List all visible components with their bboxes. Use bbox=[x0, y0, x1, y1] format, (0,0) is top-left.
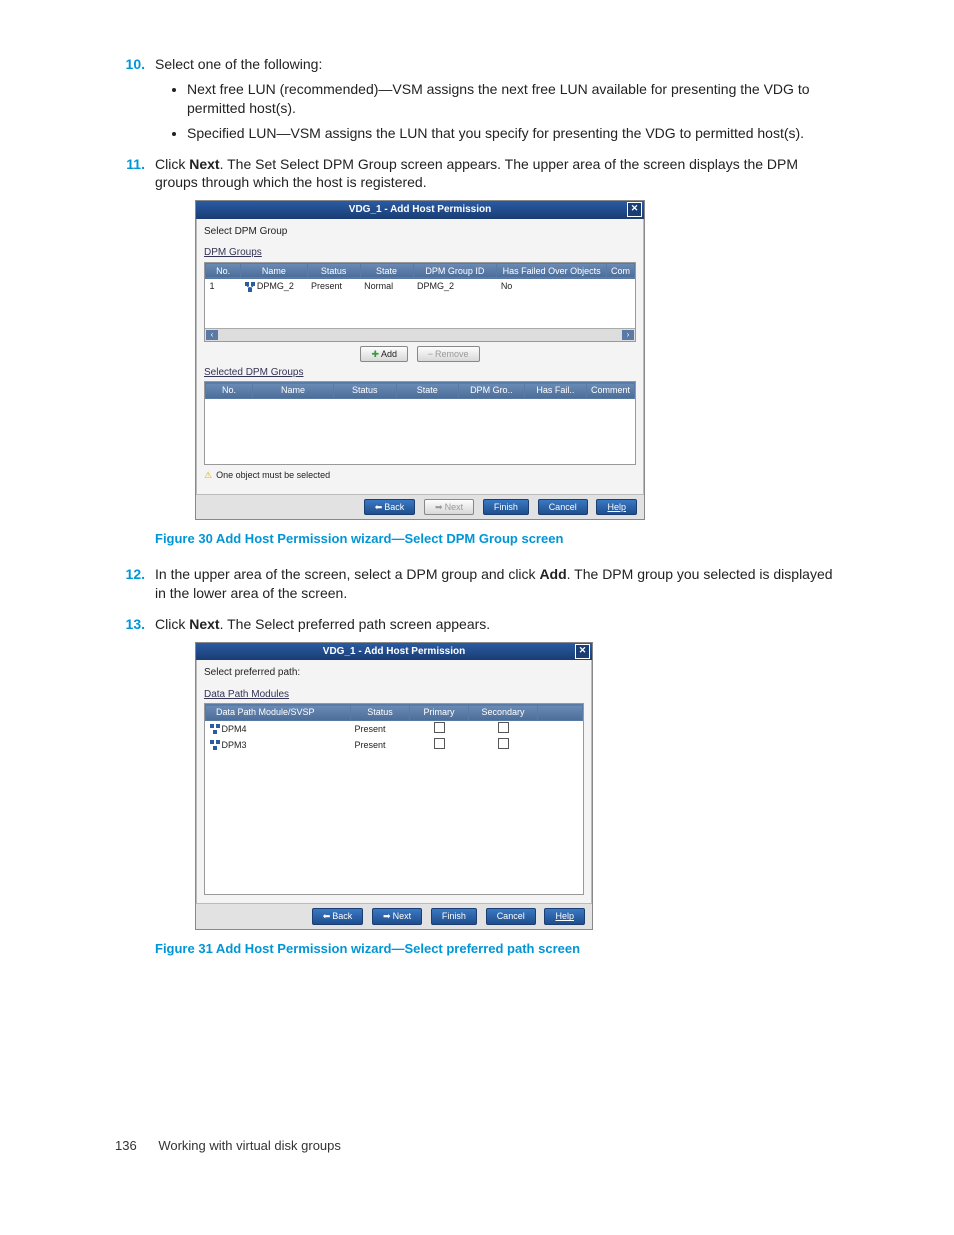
col-status[interactable]: Status bbox=[333, 383, 396, 398]
cancel-button[interactable]: Cancel bbox=[538, 499, 588, 515]
col-status[interactable]: Status bbox=[307, 263, 360, 278]
next-button[interactable]: ➡Next bbox=[372, 908, 422, 924]
close-icon[interactable]: ✕ bbox=[575, 644, 590, 659]
selected-dpm-groups-table[interactable]: No. Name Status State DPM Gro.. Has Fail… bbox=[205, 382, 635, 398]
section-label: DPM Groups bbox=[204, 246, 636, 260]
col-has-failed[interactable]: Has Failed Over Objects bbox=[497, 263, 607, 278]
page-footer: 136 Working with virtual disk groups bbox=[115, 1137, 839, 1155]
add-button[interactable]: ✚Add bbox=[360, 346, 408, 362]
col-status[interactable]: Status bbox=[351, 705, 410, 720]
close-icon[interactable]: ✕ bbox=[627, 202, 642, 217]
step-12: 12. In the upper area of the screen, sel… bbox=[115, 565, 839, 603]
help-button[interactable]: Help bbox=[544, 908, 585, 924]
figure-caption: Figure 31 Add Host Permission wizard—Sel… bbox=[155, 940, 839, 958]
col-comment[interactable]: Com bbox=[606, 263, 634, 278]
primary-checkbox[interactable] bbox=[434, 722, 445, 733]
section-label: Data Path Modules bbox=[204, 688, 584, 702]
dialog-titlebar[interactable]: VDG_1 - Add Host Permission ✕ bbox=[196, 201, 644, 219]
col-dpm-group[interactable]: DPM Gro.. bbox=[458, 383, 524, 398]
step-11: 11. Click Next. The Set Select DPM Group… bbox=[115, 155, 839, 548]
cancel-button[interactable]: Cancel bbox=[486, 908, 536, 924]
data-path-modules-table[interactable]: Data Path Module/SVSP Status Primary Sec… bbox=[205, 704, 583, 752]
dialog-title: VDG_1 - Add Host Permission bbox=[349, 204, 491, 215]
arrow-right-icon: ➡ bbox=[383, 911, 391, 921]
col-spacer bbox=[538, 705, 583, 720]
warning-message: One object must be selected bbox=[204, 469, 636, 481]
dialog-titlebar[interactable]: VDG_1 - Add Host Permission ✕ bbox=[196, 643, 592, 661]
col-primary[interactable]: Primary bbox=[410, 705, 469, 720]
step-13: 13. Click Next. The Select preferred pat… bbox=[115, 615, 839, 957]
back-button[interactable]: ⬅Back bbox=[364, 499, 416, 515]
col-name[interactable]: Name bbox=[252, 383, 333, 398]
col-state[interactable]: State bbox=[360, 263, 413, 278]
primary-checkbox[interactable] bbox=[434, 738, 445, 749]
section-label: Select DPM Group bbox=[204, 225, 636, 239]
bullet: Specified LUN—VSM assigns the LUN that y… bbox=[187, 124, 839, 143]
scroll-left-icon[interactable]: ‹ bbox=[206, 330, 218, 340]
finish-button[interactable]: Finish bbox=[431, 908, 477, 924]
step-number: 12. bbox=[115, 565, 145, 584]
step-text: Click Next. The Set Select DPM Group scr… bbox=[155, 156, 798, 191]
bullet: Next free LUN (recommended)—VSM assigns … bbox=[187, 80, 839, 118]
step-text: Click Next. The Select preferred path sc… bbox=[155, 616, 490, 632]
step-text: Select one of the following: bbox=[155, 56, 322, 72]
node-icon bbox=[210, 740, 220, 750]
col-state[interactable]: State bbox=[396, 383, 458, 398]
plus-icon: ✚ bbox=[371, 349, 379, 359]
secondary-checkbox[interactable] bbox=[498, 722, 509, 733]
section-label: Selected DPM Groups bbox=[204, 366, 636, 380]
page-number: 136 bbox=[115, 1138, 137, 1153]
section-label: Select preferred path: bbox=[204, 666, 584, 680]
node-icon bbox=[210, 724, 220, 734]
col-name[interactable]: Name bbox=[241, 263, 307, 278]
dialog-select-preferred-path: VDG_1 - Add Host Permission ✕ Select pre… bbox=[195, 642, 593, 930]
col-dpm-svsp[interactable]: Data Path Module/SVSP bbox=[206, 705, 351, 720]
node-icon bbox=[245, 282, 255, 292]
figure-caption: Figure 30 Add Host Permission wizard—Sel… bbox=[155, 530, 839, 548]
arrow-left-icon: ⬅ bbox=[375, 502, 383, 512]
remove-button[interactable]: −Remove bbox=[417, 346, 480, 362]
col-no[interactable]: No. bbox=[206, 383, 253, 398]
step-10: 10. Select one of the following: Next fr… bbox=[115, 55, 839, 143]
arrow-right-icon: ➡ bbox=[435, 502, 443, 512]
help-button[interactable]: Help bbox=[596, 499, 637, 515]
col-has-failed[interactable]: Has Fail.. bbox=[524, 383, 586, 398]
step-number: 13. bbox=[115, 615, 145, 634]
scroll-right-icon[interactable]: › bbox=[622, 330, 634, 340]
horizontal-scrollbar[interactable]: ‹ › bbox=[205, 328, 635, 341]
back-button[interactable]: ⬅Back bbox=[312, 908, 364, 924]
col-comment[interactable]: Comment bbox=[586, 383, 634, 398]
dpm-groups-table[interactable]: No. Name Status State DPM Group ID Has F… bbox=[205, 263, 635, 293]
step-text: In the upper area of the screen, select … bbox=[155, 566, 833, 601]
minus-icon: − bbox=[428, 349, 433, 359]
dialog-title: VDG_1 - Add Host Permission bbox=[323, 646, 465, 657]
col-no[interactable]: No. bbox=[206, 263, 241, 278]
table-row[interactable]: DPM3 Present bbox=[206, 737, 583, 753]
footer-section: Working with virtual disk groups bbox=[158, 1138, 341, 1153]
step-number: 10. bbox=[115, 55, 145, 74]
table-row[interactable]: DPM4 Present bbox=[206, 720, 583, 737]
step-number: 11. bbox=[115, 155, 145, 174]
table-row[interactable]: 1 DPMG_2 Present Normal DPMG_2 No bbox=[206, 278, 635, 293]
col-secondary[interactable]: Secondary bbox=[469, 705, 538, 720]
col-dpm-group-id[interactable]: DPM Group ID bbox=[413, 263, 497, 278]
finish-button[interactable]: Finish bbox=[483, 499, 529, 515]
dialog-select-dpm-group: VDG_1 - Add Host Permission ✕ Select DPM… bbox=[195, 200, 645, 519]
next-button[interactable]: ➡Next bbox=[424, 499, 474, 515]
secondary-checkbox[interactable] bbox=[498, 738, 509, 749]
arrow-left-icon: ⬅ bbox=[323, 911, 331, 921]
